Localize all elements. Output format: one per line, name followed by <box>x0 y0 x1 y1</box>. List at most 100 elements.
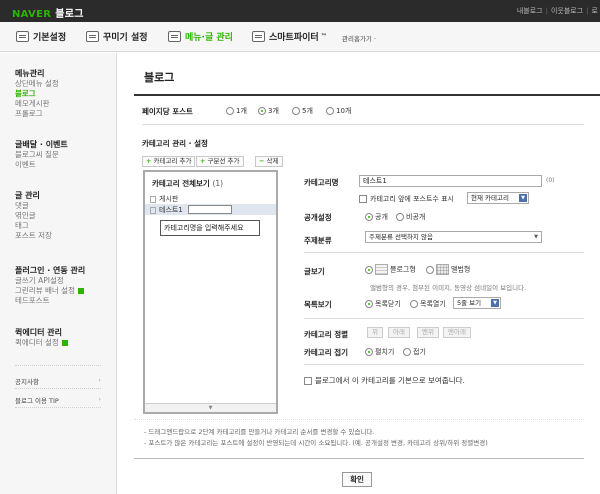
sidebar-divider <box>15 365 101 366</box>
sort-label: 카테고리 정렬 <box>304 330 349 339</box>
category-name-count: (0) <box>546 177 555 184</box>
tab-smart-fighter[interactable]: 스마트파이터 ™ <box>252 30 327 43</box>
fold-option-collapse[interactable]: 접기 <box>403 347 426 357</box>
list-view-label: 목록보기 <box>304 300 332 309</box>
menu-bar: 기본설정 꾸미기 설정 메뉴·글 관리 스마트파이터 ™ 관리홈가기 · <box>0 22 600 52</box>
sidebar-item-quick-editor[interactable]: 퀵에디터 설정 <box>15 338 68 348</box>
category-section-label: 카테고리 관리 · 설정 <box>142 139 208 148</box>
sidebar-item-blog[interactable]: 블로그 <box>15 89 59 99</box>
menu-icon <box>168 31 181 42</box>
sort-down-button[interactable]: 아래 <box>388 327 410 338</box>
sidebar-item-top-menu[interactable]: 상단메뉴 설정 <box>15 79 59 89</box>
public-setting-label: 공개설정 <box>304 213 332 222</box>
sidebar-item-tags[interactable]: 태그 <box>15 221 52 231</box>
neighbor-blog-link[interactable]: 이웃블로그 <box>551 7 583 15</box>
sidebar-item-trackbacks[interactable]: 엮인글 <box>15 211 52 221</box>
sort-up-button[interactable]: 위 <box>367 327 383 338</box>
view-option-blog[interactable]: 블로그형 <box>365 264 416 275</box>
sidebar-item-ted-post[interactable]: 테드포스트 <box>15 296 85 306</box>
help-note: - 드래그앤드랍으로 2단계 카테고리를 만들거나 카테고리 순서를 변경할 수… <box>144 428 375 436</box>
topic-select[interactable]: 주제분류 선택하지 않음 ▼ <box>365 231 542 243</box>
delete-button[interactable]: − 삭제 <box>255 156 283 167</box>
per-page-option-5[interactable]: 5개 <box>292 106 313 116</box>
divider <box>304 318 584 319</box>
category-tree[interactable]: 카테고리 전체보기 (1) 게시판 테스트1 카테고리명을 입력해주세요 ▼ <box>143 170 278 414</box>
top-links: 내블로그 | 이웃블로그 | 로 <box>516 7 598 15</box>
folder-icon <box>150 195 156 203</box>
new-badge-icon <box>77 288 84 294</box>
sidebar: 메뉴관리 상단메뉴 설정 블로그 메모게시판 프롤로그 글배달 · 이벤트 블로… <box>0 53 117 494</box>
category-name-label: 카테고리명 <box>304 178 339 187</box>
sidebar-item-post-save[interactable]: 포스트 저장 <box>15 231 52 241</box>
sidebar-item-prologue[interactable]: 프롤로그 <box>15 109 59 119</box>
tab-design-settings[interactable]: 꾸미기 설정 <box>86 30 148 43</box>
tab-menu-post-management[interactable]: 메뉴·글 관리 <box>168 30 233 43</box>
naver-logo[interactable]: NAVER 블로그 <box>12 5 84 20</box>
public-option-private[interactable]: 비공개 <box>396 212 425 222</box>
sidebar-divider <box>15 407 101 408</box>
checkbox-icon <box>359 195 367 203</box>
show-post-count-checkbox[interactable]: 카테고리 앞에 포스트수 표시 <box>359 194 454 204</box>
album-layout-icon <box>436 264 449 275</box>
divider <box>134 458 584 459</box>
category-tree-head[interactable]: 카테고리 전체보기 (1) <box>152 178 223 189</box>
title-divider <box>134 94 600 96</box>
show-post-scope-select[interactable]: 현재 카테고리 ▼ <box>467 192 529 204</box>
per-page-label: 페이지당 포스트 <box>142 107 193 116</box>
sidebar-item-write-api[interactable]: 글쓰기 API설정 <box>15 276 85 286</box>
radio-icon <box>410 300 418 308</box>
sidebar-item-green-review[interactable]: 그린리뷰 배너 설정 <box>15 286 85 296</box>
more-link[interactable]: 로 <box>592 7 598 15</box>
chevron-right-icon: › <box>98 376 101 384</box>
sidebar-head-post: 글 관리 <box>15 191 40 200</box>
tab-basic-settings[interactable]: 기본설정 <box>16 30 66 43</box>
sort-bottom-button[interactable]: 맨아래 <box>443 327 471 338</box>
divider <box>304 364 584 365</box>
divider <box>142 124 584 125</box>
view-note: 앨범형의 경우, 첨부된 이미지, 동영상 섬네일이 보입니다. <box>370 284 527 292</box>
sidebar-head-menu: 메뉴관리 <box>15 69 45 78</box>
add-category-button[interactable]: + 카테고리 추가 <box>142 156 196 167</box>
category-node-board[interactable]: 게시판 <box>150 194 178 204</box>
list-option-close[interactable]: 목록닫기 <box>365 299 401 309</box>
radio-selected-icon <box>365 213 373 221</box>
top-bar: NAVER 블로그 내블로그 | 이웃블로그 | 로 <box>0 0 600 22</box>
sidebar-notice-link[interactable]: 공지사항 › <box>15 376 101 386</box>
per-page-option-3[interactable]: 3개 <box>258 106 279 116</box>
category-node-test1[interactable]: 테스트1 <box>150 205 183 215</box>
radio-selected-icon <box>365 300 373 308</box>
view-option-album[interactable]: 앨범형 <box>426 264 470 275</box>
list-option-open[interactable]: 목록열기 <box>410 299 446 309</box>
sidebar-item-memo[interactable]: 메모게시판 <box>15 99 59 109</box>
sidebar-tip-link[interactable]: 블로그 이용 TIP › <box>15 395 101 405</box>
blog-layout-icon <box>375 264 388 275</box>
sidebar-divider <box>15 388 101 389</box>
sidebar-group-quick-editor: 퀵에디터 관리 퀵에디터 설정 <box>15 328 68 348</box>
list-rows-select[interactable]: 5줄 보기 ▼ <box>453 297 501 309</box>
radio-icon <box>403 348 411 356</box>
chevron-down-icon: ▼ <box>534 234 538 240</box>
sidebar-item-blogc-question[interactable]: 블로그씨 질문 <box>15 150 68 160</box>
default-category-checkbox[interactable]: 블로그에서 이 카테고리를 기본으로 보여줍니다. <box>304 375 465 386</box>
sidebar-item-event[interactable]: 이벤트 <box>15 160 68 170</box>
category-name-input[interactable]: 테스트1 <box>359 175 542 187</box>
settings-icon <box>16 31 29 42</box>
sort-top-button[interactable]: 맨위 <box>417 327 439 338</box>
tree-scroll-down[interactable]: ▼ <box>145 403 276 412</box>
public-option-public[interactable]: 공개 <box>365 212 388 222</box>
admin-home-link[interactable]: 관리홈가기 · <box>342 33 376 43</box>
add-divider-button[interactable]: + 구분선 추가 <box>196 156 244 167</box>
my-blog-link[interactable]: 내블로그 <box>517 7 543 15</box>
help-note: - 포스트가 많은 카테고리는 포스트에 설정이 반영되는데 시간이 소요됩니다… <box>144 439 488 447</box>
per-page-option-1[interactable]: 1개 <box>226 106 247 116</box>
fold-option-expand[interactable]: 펼치기 <box>365 347 394 357</box>
sidebar-head-plugin: 플러그인 · 연동 관리 <box>15 266 86 275</box>
sidebar-group-plugin: 플러그인 · 연동 관리 글쓰기 API설정 그린리뷰 배너 설정 테드포스트 <box>15 266 85 306</box>
sidebar-item-comments[interactable]: 댓글 <box>15 201 52 211</box>
confirm-button[interactable]: 확인 <box>342 472 372 487</box>
fold-label: 카테고리 접기 <box>304 348 349 357</box>
per-page-option-10[interactable]: 10개 <box>326 106 351 116</box>
category-name-edit-input[interactable] <box>188 205 232 214</box>
sidebar-group-post: 글 관리 댓글 엮인글 태그 포스트 저장 <box>15 191 52 241</box>
sidebar-head-quick-editor: 퀵에디터 관리 <box>15 328 62 337</box>
